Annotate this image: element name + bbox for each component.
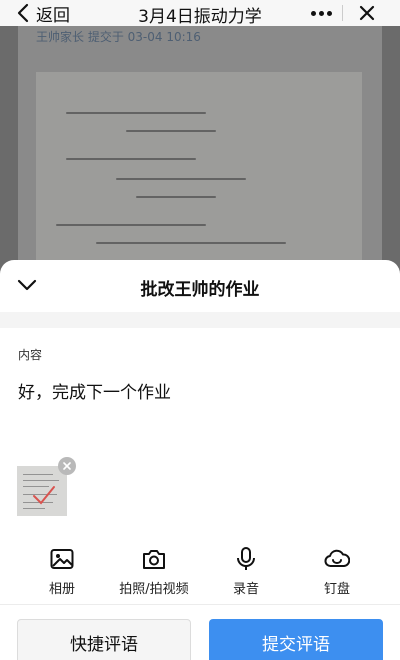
submission-meta: 王帅家长 提交于 03-04 10:16 [36, 30, 201, 44]
comment-input[interactable]: 好，完成下一个作业 [18, 378, 382, 403]
attachment-thumbnail[interactable] [17, 466, 67, 516]
chevron-down-icon[interactable] [16, 276, 38, 294]
tool-record[interactable]: 录音 [196, 546, 296, 602]
tool-ding-drive[interactable]: 钉盘 [287, 546, 387, 602]
more-icon[interactable] [305, 3, 337, 23]
section-divider [0, 312, 400, 328]
submit-comment-button[interactable]: 提交评语 [209, 619, 383, 660]
chevron-left-icon [17, 3, 29, 23]
tool-label: 相册 [48, 582, 75, 597]
nav-divider [342, 5, 343, 21]
tool-label: 钉盘 [323, 582, 350, 597]
tool-camera[interactable]: 拍照/拍视频 [104, 546, 204, 602]
back-label: 返回 [36, 5, 70, 26]
sheet-title: 批改王帅的作业 [140, 280, 260, 300]
attachment-toolbar: 相册 拍照/拍视频 录音 钉盘 [0, 546, 400, 602]
remove-attachment-icon[interactable] [58, 457, 76, 475]
tool-label: 拍照/拍视频 [119, 582, 189, 597]
camera-icon [143, 550, 165, 569]
tool-album[interactable]: 相册 [12, 546, 112, 602]
sheet-header: 批改王帅的作业 [0, 260, 400, 312]
navigation-bar: 返回 3月4日振动力学 [0, 0, 400, 27]
tool-label: 录音 [232, 582, 259, 597]
close-icon[interactable] [356, 3, 378, 23]
back-button[interactable]: 返回 [16, 2, 70, 26]
grading-sheet: 批改王帅的作业 内容 好，完成下一个作业 相册 拍照/拍视频 录音 钉盘 快捷评… [0, 260, 400, 660]
action-bar: 快捷评语 提交评语 [0, 604, 400, 660]
cloud-drive-icon [324, 549, 350, 567]
quick-comment-button[interactable]: 快捷评语 [17, 619, 191, 660]
check-mark-icon [33, 486, 55, 505]
microphone-icon [237, 547, 255, 570]
content-label: 内容 [18, 348, 43, 362]
album-icon [50, 549, 74, 569]
